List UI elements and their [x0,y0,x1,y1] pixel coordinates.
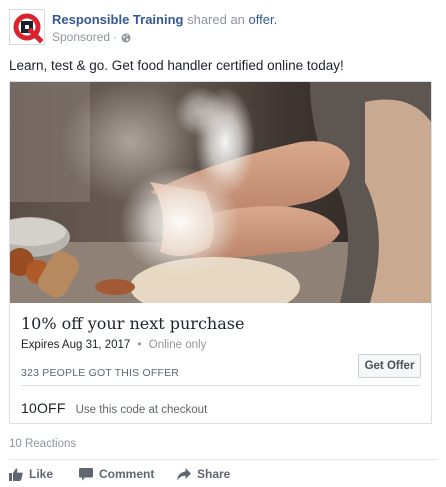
offer-code[interactable]: 10OFF [21,400,66,416]
reactions-count[interactable]: 10 Reactions [9,437,76,451]
like-button[interactable]: Like [9,467,53,481]
globe-icon[interactable] [121,33,131,43]
share-arrow-icon [177,467,191,480]
like-label: Like [29,467,54,481]
offer-link[interactable]: offer. [249,12,278,27]
responsible-training-logo-icon [13,13,44,44]
card-divider [21,385,421,386]
offer-title[interactable]: 10% off your next purchase [21,314,244,334]
thumbs-up-icon [9,467,23,481]
actions-divider [9,459,437,460]
comment-icon [79,467,93,480]
post-attribution: Responsible Training shared an offer. [52,11,432,28]
share-label: Share [197,467,231,481]
share-button[interactable]: Share [177,467,230,481]
get-offer-button[interactable]: Get Offer [358,354,421,378]
post-message: Learn, test & go. Get food handler certi… [9,58,344,73]
post-header-text: Responsible Training shared an offer. Sp… [52,11,432,45]
post-actions: Like Comment Share [9,467,437,485]
post-meta: Sponsored · [52,30,432,45]
offer-code-hint: Use this code at checkout [75,404,208,416]
meta-separator: · [113,30,118,44]
sponsored-label[interactable]: Sponsored [52,30,110,45]
offer-claimed-count: 323 PEOPLE GOT THIS OFFER [21,367,180,379]
offer-availability: Online only [148,339,207,351]
comment-button[interactable]: Comment [79,467,154,481]
offer-card[interactable]: 10% off your next purchase Expires Aug 3… [9,81,432,424]
hands-with-flour-photo-icon [10,82,431,303]
action-text: shared an [187,12,245,27]
offer-image[interactable] [10,82,431,303]
post-header: Responsible Training shared an offer. Sp… [9,9,437,47]
offer-expiry: Expires Aug 31, 2017 [21,339,131,351]
offer-meta: Expires Aug 31, 2017 • Online only [21,338,206,352]
meta-dot: • [137,339,142,351]
comment-label: Comment [99,467,155,481]
offer-code-row: 10OFF Use this code at checkout [21,400,207,416]
page-avatar[interactable] [9,9,45,45]
page-name-link[interactable]: Responsible Training [52,12,183,27]
